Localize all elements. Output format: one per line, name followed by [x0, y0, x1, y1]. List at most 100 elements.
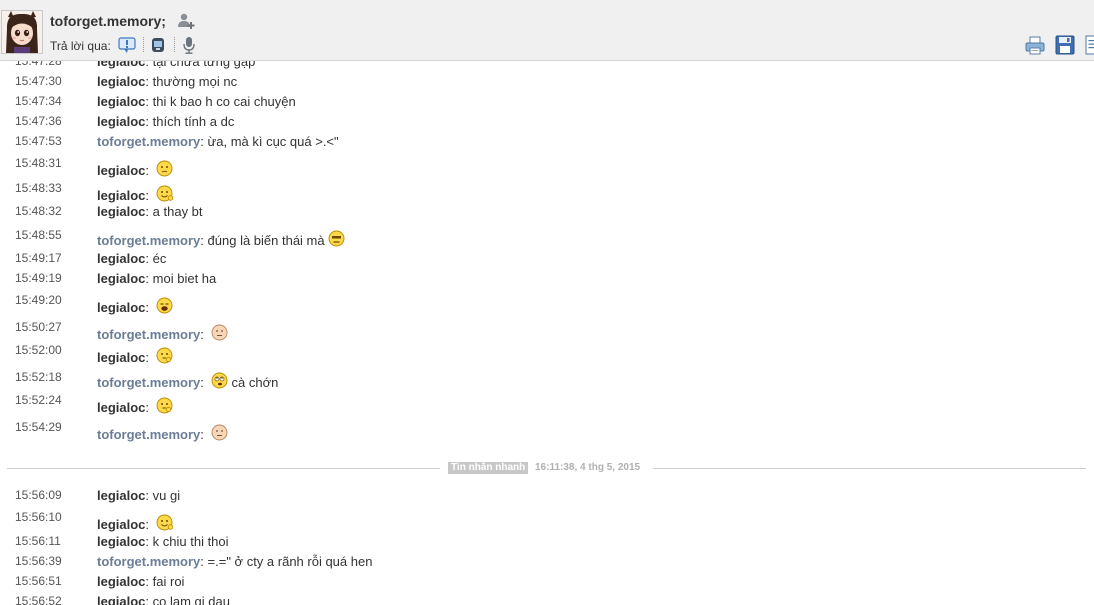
save-icon[interactable] [1055, 35, 1075, 55]
thinking-smiley-icon [156, 397, 173, 414]
message-sender[interactable]: legialoc [97, 204, 145, 219]
separator [143, 37, 145, 52]
message-sender[interactable]: legialoc [97, 300, 145, 315]
message-sender[interactable]: legialoc [97, 114, 145, 129]
neutral-smiley-icon [211, 424, 228, 441]
message-content: legialoc: [97, 347, 173, 365]
message-row: 15:54:29 toforget.memory: [0, 420, 1094, 442]
message-row: 15:48:33 legialoc: [0, 181, 1094, 203]
message-sender[interactable]: legialoc [97, 350, 145, 365]
confused-smiley-icon [156, 160, 173, 177]
sender-separator: : [200, 375, 208, 390]
message-sender[interactable]: legialoc [97, 488, 145, 503]
sender-separator: : [145, 61, 153, 69]
message-row: 15:52:18 toforget.memory: cà chớn [0, 370, 1094, 390]
message-timestamp: 15:52:18 [15, 370, 62, 384]
sender-separator: : [145, 350, 153, 365]
sender-separator: : [145, 488, 153, 503]
message-text: a thay bt [152, 204, 203, 219]
message-text: đúng là biến thái mà [207, 233, 325, 248]
message-sender[interactable]: legialoc [97, 61, 145, 69]
message-content: legialoc: éc [97, 251, 166, 266]
message-sender[interactable]: legialoc [97, 271, 145, 286]
message-content: legialoc: thường mọi nc [97, 74, 237, 89]
message-content: legialoc: thích tính a dc [97, 114, 234, 129]
message-sender[interactable]: legialoc [97, 94, 145, 109]
sender-separator: : [200, 327, 208, 342]
message-sender[interactable]: legialoc [97, 594, 145, 605]
message-row: 15:49:19 legialoc: moi biet ha [0, 271, 1094, 291]
message-content: legialoc: moi biet ha [97, 271, 216, 286]
message-row: 15:47:30 legialoc: thường mọi nc [0, 74, 1094, 94]
message-sender[interactable]: legialoc [97, 163, 145, 178]
message-row: 15:52:24 legialoc: [0, 393, 1094, 415]
reply-via-label: Trả lời qua: [50, 39, 111, 53]
waving-smiley-icon [156, 514, 173, 531]
message-sender[interactable]: toforget.memory [97, 427, 200, 442]
mobile-icon[interactable] [149, 36, 167, 54]
sender-separator: : [145, 251, 153, 266]
message-history[interactable]: 15:47:28 legialoc: tại chưa từng gặp 15:47… [0, 61, 1094, 605]
message-sender[interactable]: toforget.memory [97, 134, 200, 149]
message-sender[interactable]: legialoc [97, 574, 145, 589]
message-content: legialoc: [97, 185, 173, 203]
message-timestamp: 15:56:10 [15, 510, 62, 524]
message-sender[interactable]: legialoc [97, 188, 145, 203]
sender-separator: : [145, 114, 153, 129]
message-sender[interactable]: toforget.memory [97, 554, 200, 569]
message-timestamp: 15:56:51 [15, 574, 62, 588]
sender-separator: : [145, 574, 153, 589]
message-text: tại chưa từng gặp [152, 61, 256, 69]
message-row: 15:47:28 legialoc: tại chưa từng gặp [0, 61, 1094, 74]
message-timestamp: 15:52:00 [15, 343, 62, 357]
message-timestamp: 15:52:24 [15, 393, 62, 407]
message-row: 15:47:53 toforget.memory: ừa, mà kì cục q… [0, 134, 1094, 154]
message-sender[interactable]: toforget.memory [97, 233, 200, 248]
conversation-header: toforget.memory; Trả lời qua: [0, 0, 1094, 61]
message-sender[interactable]: toforget.memory [97, 327, 200, 342]
separator [174, 37, 176, 52]
print-icon[interactable] [1025, 35, 1045, 55]
sender-separator: : [200, 233, 208, 248]
message-timestamp: 15:50:27 [15, 320, 62, 334]
session-divider-timestamp: 16:11:38, 4 thg 5, 2015 [535, 462, 641, 473]
divider-line [653, 468, 1086, 469]
sender-separator: : [145, 271, 153, 286]
angry-smiley-icon [328, 230, 345, 247]
message-sender[interactable]: legialoc [97, 251, 145, 266]
message-text: ừa, mà kì cục quá >.<" [207, 134, 339, 149]
message-content: legialoc: k chiu thi thoi [97, 534, 229, 549]
message-timestamp: 15:48:33 [15, 181, 62, 195]
sender-separator: : [200, 134, 208, 149]
message-text: thi k bao h co cai chuyện [152, 94, 296, 109]
message-text: cà chớn [231, 375, 279, 390]
message-content: toforget.memory: đúng là biến thái mà [97, 230, 345, 248]
message-content: legialoc: [97, 514, 173, 532]
rolling-eyes-smiley-icon [211, 372, 228, 389]
message-timestamp: 15:47:36 [15, 114, 62, 128]
sender-separator: : [145, 517, 153, 532]
message-text: thường mọi nc [152, 74, 238, 89]
message-content: legialoc: [97, 297, 173, 315]
message-text: co lam gi dau [152, 594, 230, 605]
message-sender[interactable]: legialoc [97, 534, 145, 549]
message-row: 15:49:17 legialoc: éc [0, 251, 1094, 271]
contact-name[interactable]: toforget.memory; [50, 13, 166, 29]
message-sender[interactable]: legialoc [97, 400, 145, 415]
microphone-icon[interactable] [180, 36, 198, 54]
message-row: 15:56:39 toforget.memory: =.=" ở cty a rã… [0, 554, 1094, 574]
message-row: 15:48:32 legialoc: a thay bt [0, 204, 1094, 224]
message-sender[interactable]: legialoc [97, 74, 145, 89]
message-row: 15:47:34 legialoc: thi k bao h co cai chu… [0, 94, 1094, 114]
message-sender[interactable]: toforget.memory [97, 375, 200, 390]
neutral-smiley-icon [211, 324, 228, 341]
add-contact-icon[interactable] [177, 12, 195, 30]
message-timestamp: 15:47:30 [15, 74, 62, 88]
message-content: toforget.memory: [97, 424, 228, 442]
sender-separator: : [145, 300, 153, 315]
contact-avatar[interactable] [1, 10, 43, 54]
message-timestamp: 15:47:28 [15, 61, 62, 68]
message-sender[interactable]: legialoc [97, 517, 145, 532]
instant-message-icon[interactable] [118, 36, 136, 54]
document-icon[interactable] [1085, 35, 1094, 55]
